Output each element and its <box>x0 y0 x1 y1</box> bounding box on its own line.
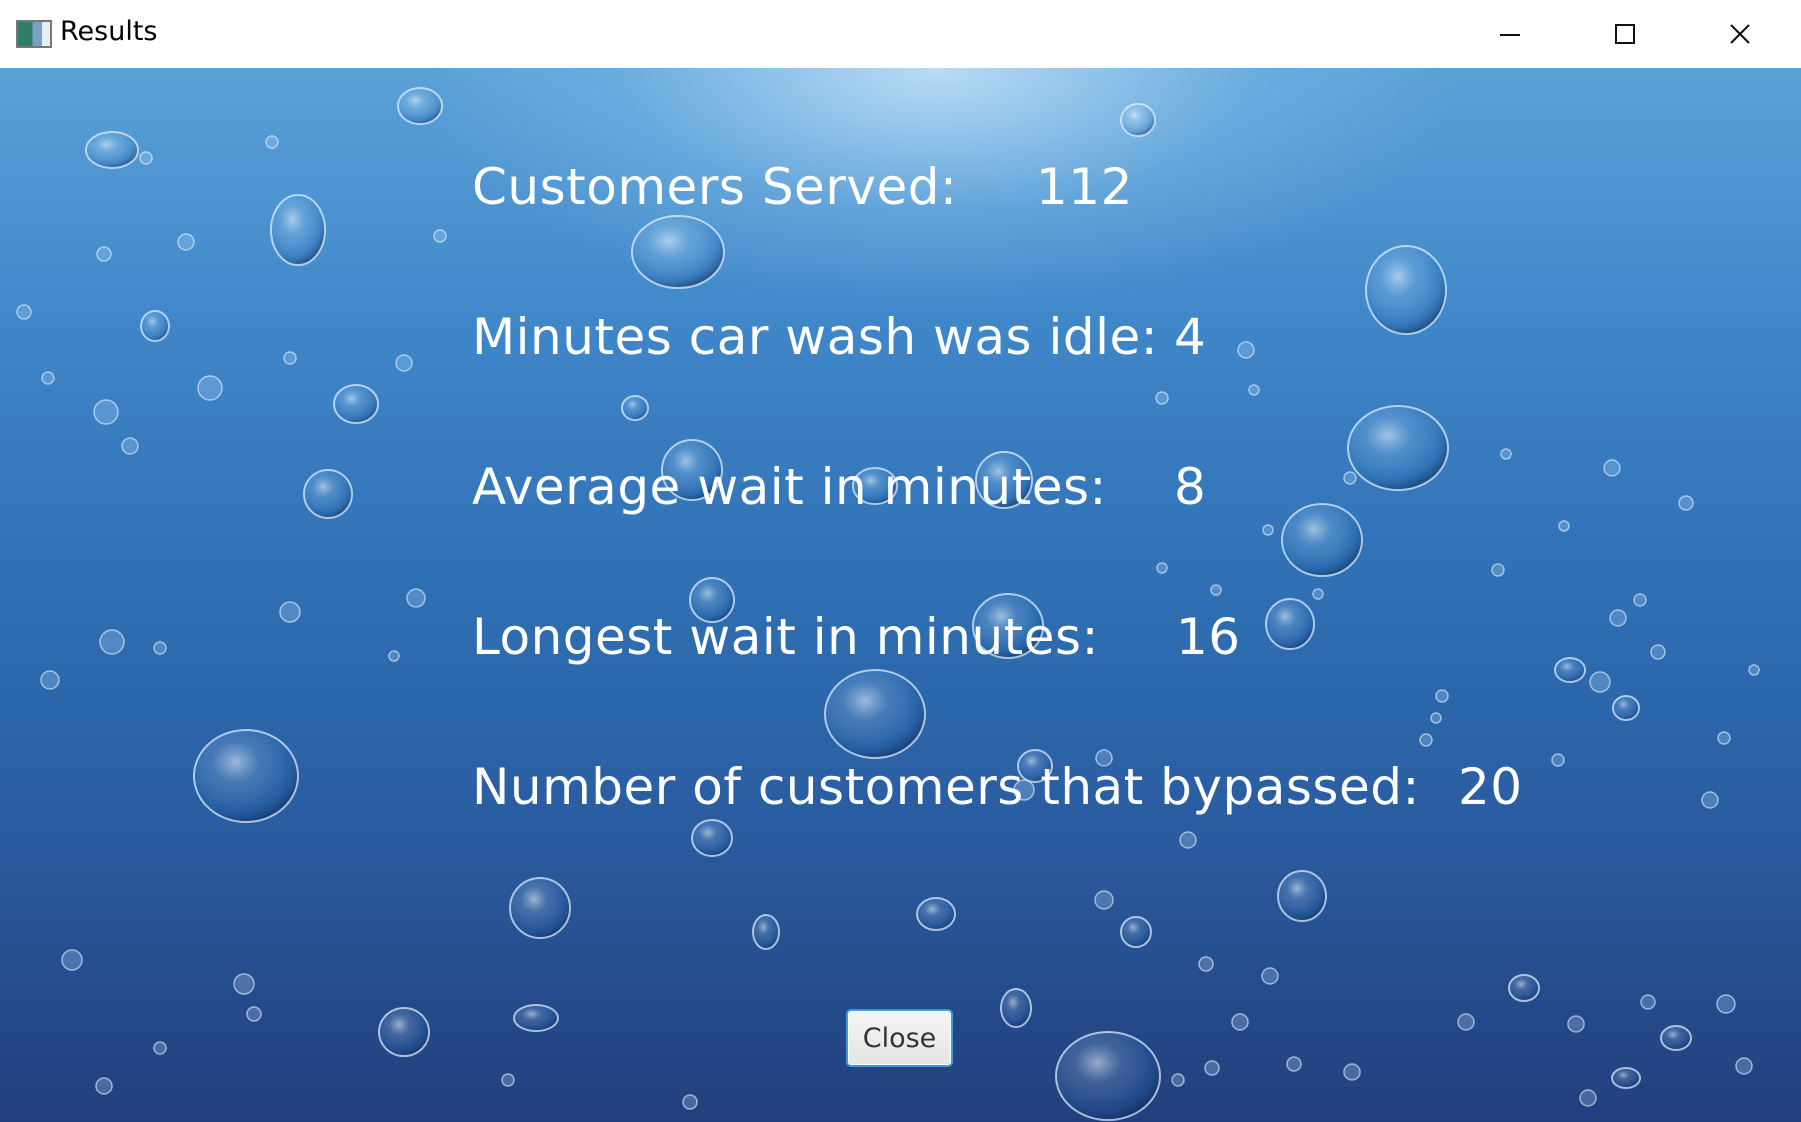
window-title: Results <box>60 16 158 47</box>
close-icon <box>1729 24 1750 44</box>
water-bubbles-background <box>16 87 1760 1121</box>
bypassed-label: Number of customers that bypassed: <box>472 758 1420 816</box>
idle-minutes-label: Minutes car wash was idle: <box>472 308 1159 366</box>
average-wait-label: Average wait in minutes: <box>472 458 1107 516</box>
maximize-button[interactable] <box>1567 0 1682 68</box>
results-panel: Customers Served: 112 Minutes car wash w… <box>0 68 1801 1122</box>
customers-served-row: Customers Served: 112 <box>472 158 1132 216</box>
customers-served-label: Customers Served: <box>472 158 958 216</box>
longest-wait-row: Longest wait in minutes: 16 <box>472 608 1240 666</box>
close-button[interactable]: Close <box>846 1009 953 1067</box>
customers-served-value: 112 <box>1036 158 1133 216</box>
longest-wait-value: 16 <box>1176 608 1241 666</box>
bypassed-value: 20 <box>1458 758 1523 816</box>
average-wait-row: Average wait in minutes: 8 <box>472 458 1206 516</box>
longest-wait-label: Longest wait in minutes: <box>472 608 1099 666</box>
title-bar[interactable]: Results <box>0 0 1801 68</box>
bypassed-row: Number of customers that bypassed: 20 <box>472 758 1522 816</box>
app-window-icon <box>16 20 52 48</box>
minimize-icon <box>1499 34 1520 36</box>
idle-minutes-row: Minutes car wash was idle: 4 <box>472 308 1206 366</box>
average-wait-value: 8 <box>1174 458 1207 516</box>
results-window: Results Customers Served: 112 Minutes ca… <box>0 0 1801 1122</box>
idle-minutes-value: 4 <box>1174 308 1207 366</box>
minimize-button[interactable] <box>1452 0 1567 68</box>
maximize-icon <box>1614 24 1635 44</box>
close-window-button[interactable] <box>1682 0 1797 68</box>
